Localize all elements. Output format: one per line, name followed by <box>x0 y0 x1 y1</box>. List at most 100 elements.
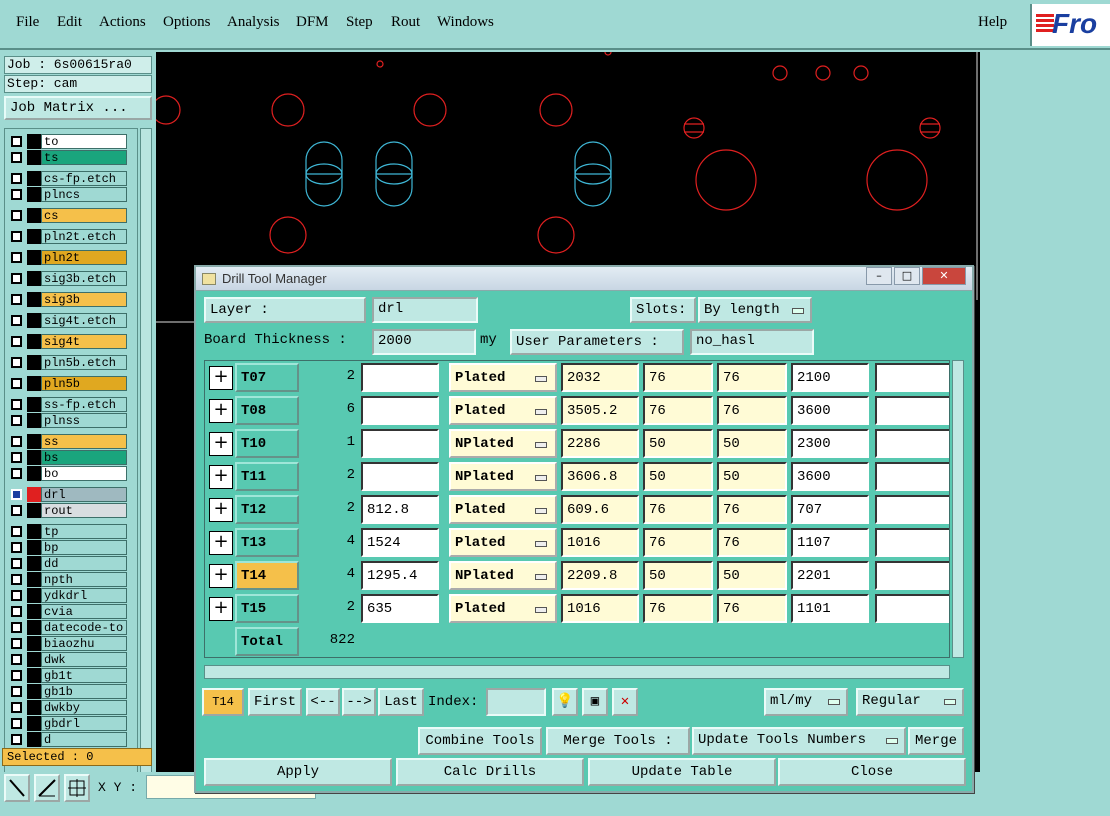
tool-field-c7[interactable] <box>875 528 949 557</box>
tool-field-c6[interactable]: 2100 <box>791 363 869 392</box>
tool-field-c7[interactable] <box>875 363 949 392</box>
layer-row-ss-fp.etch[interactable]: ss-fp.etch <box>7 397 127 412</box>
tool-field-c3[interactable]: 1016 <box>561 528 639 557</box>
expand-icon[interactable]: + <box>209 399 233 423</box>
tool-field-c6[interactable]: 1101 <box>791 594 869 623</box>
layer-row-plnss[interactable]: plnss <box>7 413 127 428</box>
mode-select[interactable]: Regular <box>856 688 964 716</box>
layer-row-dwkby[interactable]: dwkby <box>7 700 127 715</box>
layer-checkbox[interactable] <box>11 574 22 585</box>
tool-field-c1[interactable] <box>361 429 439 458</box>
close-icon[interactable]: ✕ <box>922 267 966 285</box>
layer-row-sig3b.etch[interactable]: sig3b.etch <box>7 271 127 286</box>
job-matrix-button[interactable]: Job Matrix ... <box>4 96 152 120</box>
layer-row-plncs[interactable]: plncs <box>7 187 127 202</box>
tool-button[interactable]: T07 <box>235 363 299 392</box>
tool-field-c4[interactable]: 76 <box>643 528 713 557</box>
tool-field-c6[interactable]: 2300 <box>791 429 869 458</box>
menu-analysis[interactable]: Analysis <box>227 14 280 31</box>
layer-row-drl[interactable]: drl <box>7 487 127 502</box>
layer-row-dd[interactable]: dd <box>7 556 127 571</box>
plating-select[interactable]: Plated <box>449 363 557 392</box>
tool-field-c5[interactable]: 76 <box>717 396 787 425</box>
expand-icon[interactable]: + <box>209 366 233 390</box>
grid-tool-icon[interactable] <box>64 774 90 802</box>
tool-field-c5[interactable]: 50 <box>717 462 787 491</box>
update-tools-numbers-select[interactable]: Update Tools Numbers <box>692 727 906 755</box>
tool-button[interactable]: T13 <box>235 528 299 557</box>
tool-button[interactable]: T12 <box>235 495 299 524</box>
layer-row-ss[interactable]: ss <box>7 434 127 449</box>
dialog-titlebar[interactable]: Drill Tool Manager – □ ✕ <box>196 267 972 291</box>
tool-field-c6[interactable]: 2201 <box>791 561 869 590</box>
layer-checkbox[interactable] <box>11 252 22 263</box>
tool-field-c3[interactable]: 1016 <box>561 594 639 623</box>
prev-button[interactable]: <-- <box>306 688 340 716</box>
tool-field-c7[interactable] <box>875 462 949 491</box>
layer-list-scrollbar[interactable] <box>140 128 152 798</box>
layer-row-d[interactable]: d <box>7 732 127 747</box>
tool-field-c3[interactable]: 3505.2 <box>561 396 639 425</box>
tool-field-c7[interactable] <box>875 495 949 524</box>
tool-button[interactable]: T10 <box>235 429 299 458</box>
menu-windows[interactable]: Windows <box>437 14 494 31</box>
tool-field-c7[interactable] <box>875 561 949 590</box>
layer-checkbox[interactable] <box>11 590 22 601</box>
tool-field-c5[interactable]: 76 <box>717 594 787 623</box>
tool-field-c5[interactable]: 50 <box>717 561 787 590</box>
layer-row-sig4t[interactable]: sig4t <box>7 334 127 349</box>
tool-button[interactable]: T08 <box>235 396 299 425</box>
menu-actions[interactable]: Actions <box>99 14 146 31</box>
layer-checkbox[interactable] <box>11 294 22 305</box>
plating-select[interactable]: NPlated <box>449 429 557 458</box>
first-button[interactable]: First <box>248 688 302 716</box>
layer-row-cs[interactable]: cs <box>7 208 127 223</box>
layer-row-sig4t.etch[interactable]: sig4t.etch <box>7 313 127 328</box>
combine-tools-button[interactable]: Combine Tools <box>418 727 542 755</box>
tool-field-c6[interactable]: 1107 <box>791 528 869 557</box>
tool-field-c4[interactable]: 76 <box>643 495 713 524</box>
layer-checkbox[interactable] <box>11 622 22 633</box>
tool-field-c6[interactable]: 3600 <box>791 396 869 425</box>
table-vertical-scrollbar[interactable] <box>952 360 964 658</box>
layer-checkbox[interactable] <box>11 670 22 681</box>
layer-row-gb1t[interactable]: gb1t <box>7 668 127 683</box>
layer-checkbox[interactable] <box>11 452 22 463</box>
expand-icon[interactable]: + <box>209 432 233 456</box>
calc-drills-button[interactable]: Calc Drills <box>396 758 584 786</box>
tool-field-c1[interactable]: 635 <box>361 594 439 623</box>
tool-field-c1[interactable] <box>361 396 439 425</box>
layer-row-pln2t.etch[interactable]: pln2t.etch <box>7 229 127 244</box>
tool-field-c7[interactable] <box>875 594 949 623</box>
plating-select[interactable]: Plated <box>449 396 557 425</box>
layer-checkbox[interactable] <box>11 415 22 426</box>
tool-field-c4[interactable]: 76 <box>643 594 713 623</box>
tool-field-c6[interactable]: 707 <box>791 495 869 524</box>
layer-checkbox[interactable] <box>11 542 22 553</box>
layer-checkbox[interactable] <box>11 638 22 649</box>
tool-field-c1[interactable]: 1524 <box>361 528 439 557</box>
user-parameters-field[interactable]: no_hasl <box>690 329 814 355</box>
menu-rout[interactable]: Rout <box>391 14 420 31</box>
index-field[interactable] <box>486 688 546 716</box>
layer-checkbox[interactable] <box>11 686 22 697</box>
layer-checkbox[interactable] <box>11 357 22 368</box>
expand-icon[interactable]: + <box>209 531 233 555</box>
board-thickness-field[interactable]: 2000 <box>372 329 476 355</box>
apply-button[interactable]: Apply <box>204 758 392 786</box>
menu-edit[interactable]: Edit <box>57 14 82 31</box>
layer-checkbox[interactable] <box>11 526 22 537</box>
next-button[interactable]: --> <box>342 688 376 716</box>
tool-field-c7[interactable] <box>875 396 949 425</box>
layer-row-npth[interactable]: npth <box>7 572 127 587</box>
tool-field-c5[interactable]: 50 <box>717 429 787 458</box>
tool-field-c5[interactable]: 76 <box>717 495 787 524</box>
tool-field-c4[interactable]: 50 <box>643 462 713 491</box>
expand-icon[interactable]: + <box>209 498 233 522</box>
layer-checkbox[interactable] <box>11 210 22 221</box>
layer-checkbox[interactable] <box>11 399 22 410</box>
layer-row-gb1b[interactable]: gb1b <box>7 684 127 699</box>
layer-row-to[interactable]: to <box>7 134 127 149</box>
layer-row-pln5b.etch[interactable]: pln5b.etch <box>7 355 127 370</box>
plating-select[interactable]: NPlated <box>449 561 557 590</box>
